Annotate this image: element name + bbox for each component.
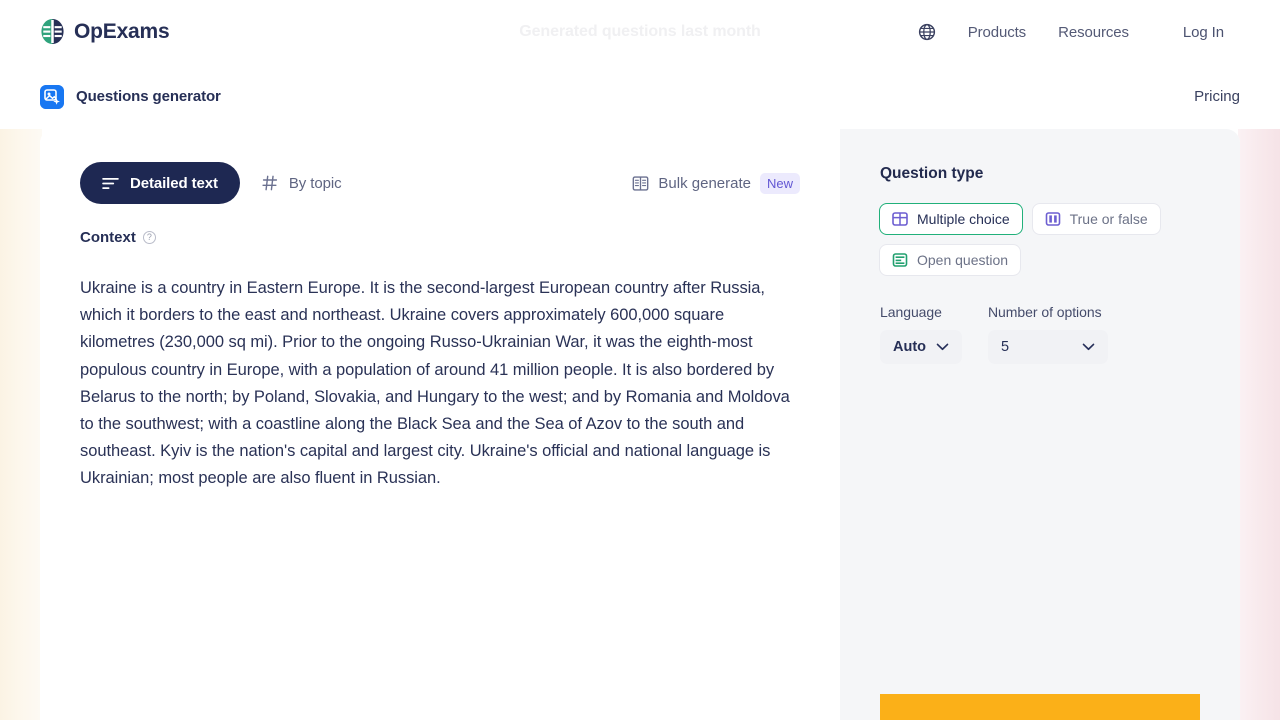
app-title: Questions generator [76,88,221,105]
app-identity: Questions generator [40,64,221,129]
generator-main-panel: Detailed text By topic Bulk generate New… [40,129,840,720]
nav-link-login[interactable]: Log In [1167,18,1240,47]
decorative-right-gradient [1238,128,1280,720]
number-of-options-field: Number of options 5 [988,304,1108,364]
brand-logo[interactable]: OpExams [40,18,170,45]
text-lines-icon [102,177,119,189]
number-of-options-select[interactable]: 5 [988,330,1108,364]
context-label: Context [80,229,136,246]
tab-detailed-text-label: Detailed text [130,174,218,192]
page-root: Generated questions last month OpExams P… [0,0,1280,720]
settings-fields: Language Auto Number of options 5 [880,304,1108,364]
paragraph-lines-icon [892,253,908,267]
question-type-true-or-false[interactable]: True or false [1031,203,1161,235]
question-type-heading: Question type [880,165,984,182]
book-open-icon [633,175,649,191]
language-select[interactable]: Auto [880,330,962,364]
top-navigation-bar: Generated questions last month OpExams P… [0,0,1280,64]
language-globe-button[interactable] [910,15,944,49]
globe-icon [918,23,935,41]
bulk-generate-new-badge: New [759,172,800,194]
question-type-open-question-label: Open question [917,252,1009,268]
hash-icon [262,175,278,191]
brand-name: OpExams [74,19,170,43]
context-label-row: Context ? [80,229,156,246]
input-mode-tabs: Detailed text By topic Bulk generate New [80,162,800,204]
context-textarea[interactable]: Ukraine is a country in Eastern Europe. … [80,275,802,493]
generate-button-container [880,694,1200,720]
language-label: Language [880,304,942,320]
opexams-logo-icon [41,19,64,44]
settings-panel: Question type Multiple choice True or fa… [840,129,1240,720]
question-type-open-question[interactable]: Open question [879,244,1022,276]
question-type-multiple-choice-label: Multiple choice [917,211,1010,227]
language-select-value: Auto [893,339,927,355]
generator-card: Detailed text By topic Bulk generate New… [40,129,1240,720]
number-of-options-label: Number of options [988,304,1102,320]
tab-by-topic[interactable]: By topic [240,162,364,204]
questions-generator-icon [40,84,64,109]
top-nav-links: Products Resources Log In [910,0,1240,64]
question-type-true-or-false-label: True or false [1069,211,1148,227]
tab-by-topic-label: By topic [288,174,342,192]
bulk-generate-label: Bulk generate [658,174,751,192]
bulk-generate-button[interactable]: Bulk generate New [632,162,800,204]
secondary-navigation-bar: Questions generator Pricing [0,64,1280,129]
tab-detailed-text[interactable]: Detailed text [80,162,240,204]
nav-link-resources[interactable]: Resources [1042,18,1145,47]
language-field: Language Auto [880,304,962,364]
chevron-down-icon [936,343,949,351]
grid-table-icon [892,212,908,226]
question-mark-circle-icon[interactable]: ? [142,231,156,244]
nav-link-products[interactable]: Products [952,18,1042,47]
number-of-options-value: 5 [1001,339,1010,355]
question-type-multiple-choice[interactable]: Multiple choice [879,203,1023,235]
secondary-nav-links: Pricing [1194,64,1240,129]
question-type-options: Multiple choice True or false Open quest… [879,203,1209,276]
chevron-down-icon [1082,343,1095,351]
two-columns-icon [1045,212,1060,226]
nav-link-pricing[interactable]: Pricing [1194,88,1240,105]
generate-button[interactable] [880,694,1200,720]
decorative-left-gradient [0,128,42,720]
